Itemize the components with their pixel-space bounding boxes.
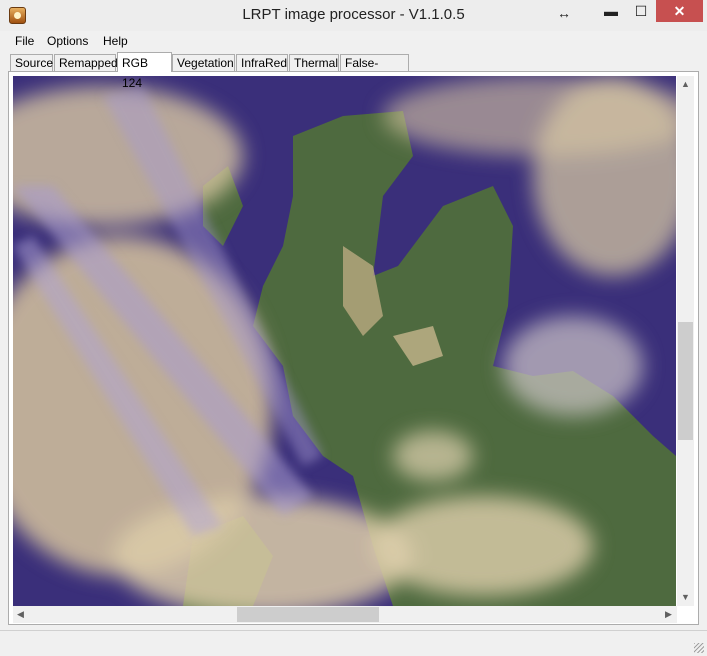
tab-false-colour[interactable]: False-colour <box>340 54 409 87</box>
menu-options[interactable]: Options <box>47 34 88 48</box>
status-bar <box>0 630 707 656</box>
tab-source[interactable]: Source <box>10 54 53 71</box>
title-bar: LRPT image processor - V1.1.0.5 ↔ ▬ ☐ ✕ <box>0 0 707 32</box>
tab-remapped[interactable]: Remapped <box>54 54 118 71</box>
tab-thermal[interactable]: Thermal <box>289 54 339 71</box>
satellite-image <box>13 76 676 606</box>
scroll-up-arrow-icon[interactable]: ▲ <box>681 79 690 89</box>
maximize-button[interactable]: ☐ <box>626 0 656 22</box>
vertical-scroll-thumb[interactable] <box>678 322 693 440</box>
menu-file[interactable]: File <box>15 34 34 48</box>
vertical-scrollbar[interactable]: ▲ ▼ <box>677 76 694 606</box>
tab-infrared[interactable]: InfraRed <box>236 54 288 71</box>
tab-rgb-124[interactable]: RGB 124 <box>117 52 172 90</box>
scroll-down-arrow-icon[interactable]: ▼ <box>681 592 690 602</box>
horizontal-scrollbar[interactable]: ◀ ▶ <box>13 606 677 623</box>
resize-arrow-icon: ↔ <box>557 5 571 21</box>
tab-vegetation[interactable]: Vegetation <box>172 54 235 71</box>
menu-bar: File Options Help <box>0 31 707 51</box>
satellite-image-view[interactable] <box>13 76 676 606</box>
scroll-right-arrow-icon[interactable]: ▶ <box>665 609 672 620</box>
scroll-left-arrow-icon[interactable]: ◀ <box>17 609 24 620</box>
minimize-button[interactable]: ▬ <box>596 0 626 22</box>
close-button[interactable]: ✕ <box>656 0 703 22</box>
horizontal-scroll-thumb[interactable] <box>237 607 379 622</box>
tab-strip: Source Remapped RGB 124 Vegetation Infra… <box>0 52 707 90</box>
menu-help[interactable]: Help <box>103 34 128 48</box>
resize-grip-icon[interactable] <box>694 643 704 653</box>
